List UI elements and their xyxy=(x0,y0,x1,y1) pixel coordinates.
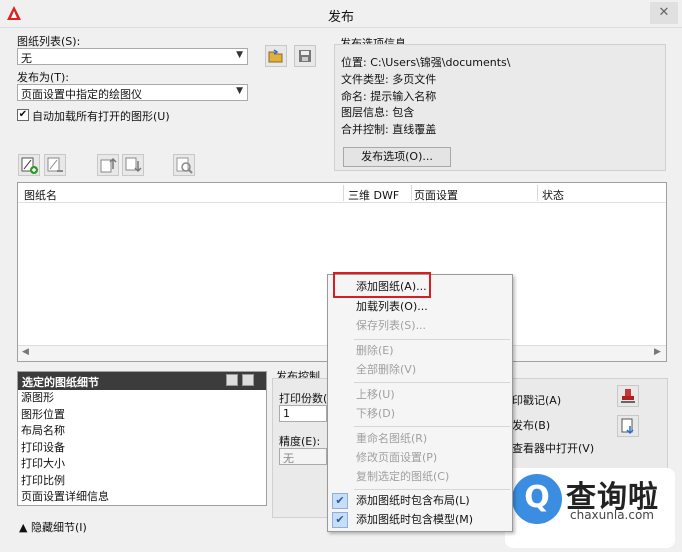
stamp-settings-button[interactable] xyxy=(617,385,639,407)
menu-item-load-list[interactable]: 加载列表(O)... xyxy=(356,297,428,317)
copies-label: 打印份数( xyxy=(279,392,328,405)
move-up-button[interactable] xyxy=(97,154,119,176)
detail-item: 页面设置详细信息 xyxy=(21,490,109,503)
copies-input[interactable]: 1 xyxy=(279,405,327,422)
publish-icon xyxy=(621,418,634,435)
column-sheet-name[interactable]: 图纸名 xyxy=(24,187,57,203)
menu-item-move-down[interactable]: 下移(D) xyxy=(356,404,395,424)
sheet-list-label: 图纸列表(S): xyxy=(17,35,81,48)
auto-load-checkbox[interactable]: ✔ xyxy=(17,109,29,121)
publish-info-file-type: 文件类型: 多页文件 xyxy=(341,73,437,86)
scroll-right-icon[interactable]: ▶ xyxy=(654,347,661,357)
scroll-left-icon[interactable]: ◀ xyxy=(22,347,29,357)
menu-item-copy-sheets[interactable]: 复制选定的图纸(C) xyxy=(356,467,449,487)
preview-button[interactable] xyxy=(173,154,195,176)
close-button[interactable]: ✕ xyxy=(650,2,678,24)
sheet-list-value: 无 xyxy=(21,52,32,65)
menu-separator xyxy=(354,339,510,340)
precision-value: 无 xyxy=(283,452,294,465)
stamp-option-label[interactable]: 印戳记(A) xyxy=(512,392,561,408)
menu-item-change-page-setup[interactable]: 修改页面设置(P) xyxy=(356,448,437,468)
add-sheet-icon xyxy=(21,157,38,174)
menu-item-remove[interactable]: 删除(E) xyxy=(356,341,394,361)
detail-item: 打印比例 xyxy=(21,473,65,487)
sheet-detail-panel: 选定的图纸细节 源图形 图形位置 布局名称 打印设备 打印大小 打印比例 页面设… xyxy=(17,371,267,506)
background-publish-label[interactable]: 发布(B) xyxy=(512,417,550,433)
detail-item: 打印设备 xyxy=(21,440,65,454)
menu-separator xyxy=(354,489,510,490)
menu-item-move-up[interactable]: 上移(U) xyxy=(356,385,395,405)
publish-info-merge: 合并控制: 直线覆盖 xyxy=(341,123,437,136)
stamp-icon xyxy=(621,389,635,403)
detail-item: 打印大小 xyxy=(21,457,65,470)
chevron-down-icon: ▼ xyxy=(236,50,243,60)
menu-item-save-list[interactable]: 保存列表(S)... xyxy=(356,316,426,336)
context-menu: 添加图纸(A)... 加载列表(O)... 保存列表(S)... 删除(E) 全… xyxy=(327,274,513,532)
publish-info-location: 位置: C:\Users\锦强\documents\ xyxy=(341,56,511,69)
detail-view-icon[interactable] xyxy=(242,374,254,386)
detail-item: 布局名称 xyxy=(21,424,65,437)
move-down-button[interactable] xyxy=(122,154,144,176)
publish-to-value: 页面设置中指定的绘图仪 xyxy=(21,88,142,101)
watermark-url: chaxunla.com xyxy=(570,508,654,522)
publish-now-button[interactable] xyxy=(617,415,639,437)
open-in-viewer-label[interactable]: 查看器中打开(V) xyxy=(512,440,594,456)
menu-item-remove-all[interactable]: 全部删除(V) xyxy=(356,360,416,380)
move-up-icon xyxy=(100,157,117,173)
chevron-down-icon: ▼ xyxy=(236,86,243,96)
highlight-box xyxy=(333,272,431,298)
sheet-list-select[interactable]: 无 ▼ xyxy=(17,48,248,65)
auto-load-label: 自动加载所有打开的图形(U) xyxy=(32,110,170,123)
load-list-button[interactable] xyxy=(265,45,287,67)
publish-to-label: 发布为(T): xyxy=(17,71,70,84)
column-3d-dwf[interactable]: 三维 DWF xyxy=(348,187,399,203)
add-sheets-button[interactable] xyxy=(18,154,40,176)
precision-label: 精度(E): xyxy=(279,435,321,448)
sheet-detail-header: 选定的图纸细节 xyxy=(18,372,266,390)
move-down-icon xyxy=(125,157,142,173)
menu-item-rename-sheet[interactable]: 重命名图纸(R) xyxy=(356,429,427,449)
copies-value: 1 xyxy=(283,407,290,420)
hide-details-label: 隐藏细节(I) xyxy=(30,521,87,534)
list-view-icon[interactable] xyxy=(226,374,238,386)
save-list-button[interactable] xyxy=(294,45,316,67)
detail-item: 图形位置 xyxy=(21,407,65,421)
publish-info-layer: 图层信息: 包含 xyxy=(341,106,415,119)
window-title: 发布 xyxy=(327,10,354,25)
menu-separator xyxy=(354,382,510,383)
publish-info-naming: 命名: 提示输入名称 xyxy=(341,90,437,103)
menu-item-include-model[interactable]: 添加图纸时包含模型(M) xyxy=(356,510,473,530)
sheet-detail-title: 选定的图纸细节 xyxy=(22,376,99,389)
column-status[interactable]: 状态 xyxy=(542,187,564,203)
menu-item-include-layouts[interactable]: 添加图纸时包含布局(L) xyxy=(356,491,470,511)
check-icon: ✔ xyxy=(332,493,348,509)
table-header: 图纸名 三维 DWF 页面设置 状态 xyxy=(18,183,666,203)
save-icon xyxy=(299,50,311,62)
publish-options-button[interactable]: 发布选项(O)... xyxy=(343,147,451,167)
preview-icon xyxy=(176,157,193,174)
remove-sheets-button[interactable] xyxy=(44,154,66,176)
watermark-symbol: Q xyxy=(524,480,550,515)
hide-details-toggle[interactable]: ▲ 隐藏细节(I) xyxy=(19,519,87,535)
chevron-up-icon: ▲ xyxy=(19,521,28,534)
menu-separator xyxy=(354,426,510,427)
remove-sheet-icon xyxy=(47,157,63,172)
column-page-setup[interactable]: 页面设置 xyxy=(414,187,458,203)
detail-item: 源图形 xyxy=(21,391,54,404)
publish-to-select[interactable]: 页面设置中指定的绘图仪 ▼ xyxy=(17,84,248,101)
precision-select[interactable]: 无 xyxy=(279,448,327,465)
folder-open-icon xyxy=(268,49,283,63)
check-icon: ✔ xyxy=(332,512,348,528)
